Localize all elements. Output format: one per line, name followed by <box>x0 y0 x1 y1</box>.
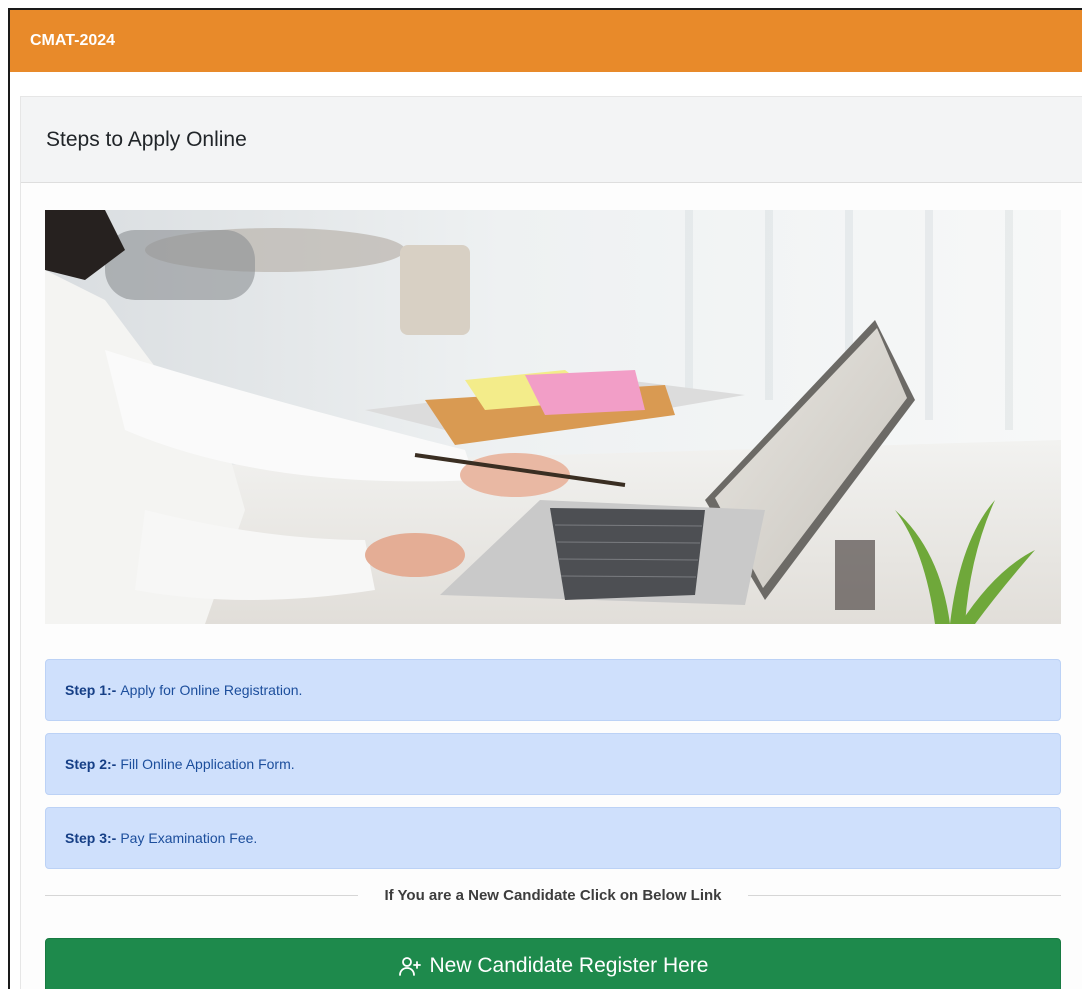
page-frame: CMAT-2024 Steps to Apply Online Step 1:-… <box>8 8 1082 989</box>
step-text: Pay Examination Fee. <box>120 830 258 846</box>
user-plus-icon <box>398 954 422 978</box>
divider-text: If You are a New Candidate Click on Belo… <box>384 886 722 904</box>
step-text: Apply for Online Registration. <box>120 682 303 698</box>
divider-line <box>747 894 1061 896</box>
step-3: Step 3:- Pay Examination Fee. <box>45 807 1061 869</box>
step-text: Fill Online Application Form. <box>120 756 295 772</box>
step-label: Step 2:- <box>65 756 117 772</box>
office-laptop-photo <box>45 210 1061 624</box>
register-button-label: New Candidate Register Here <box>429 954 709 977</box>
card-header: Steps to Apply Online <box>21 97 1082 183</box>
step-1: Step 1:- Apply for Online Registration. <box>45 659 1061 721</box>
app-title: CMAT-2024 <box>30 32 116 49</box>
new-candidate-register-button[interactable]: New Candidate Register Here <box>45 938 1061 989</box>
card-title: Steps to Apply Online <box>46 127 247 151</box>
new-candidate-divider: If You are a New Candidate Click on Belo… <box>45 880 1061 910</box>
steps-card: Steps to Apply Online Step 1:- Apply for… <box>20 96 1082 989</box>
step-2: Step 2:- Fill Online Application Form. <box>45 733 1061 795</box>
step-label: Step 3:- <box>65 830 117 846</box>
divider-line <box>45 894 359 896</box>
step-label: Step 1:- <box>65 682 117 698</box>
hero-image <box>45 210 1061 624</box>
app-header: CMAT-2024 <box>10 10 1082 72</box>
